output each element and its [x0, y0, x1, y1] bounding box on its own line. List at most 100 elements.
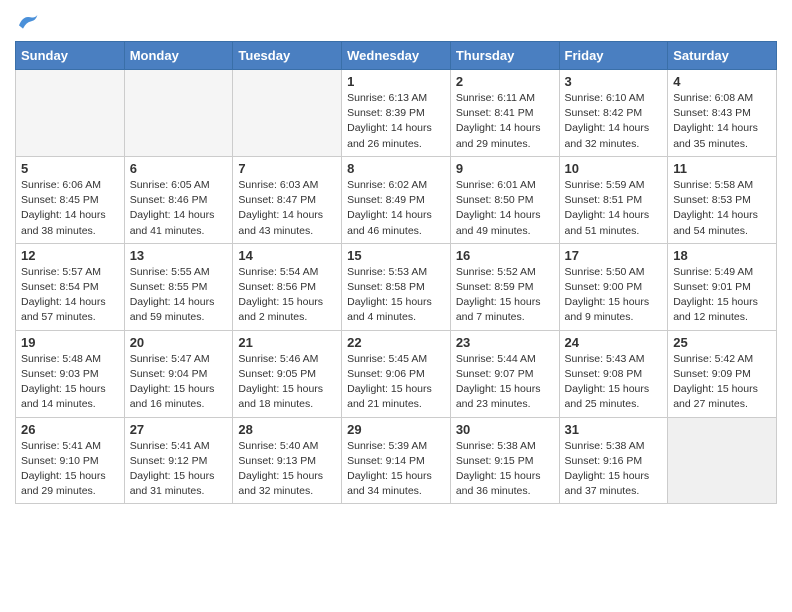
day-number: 8 — [347, 161, 445, 176]
day-number: 6 — [130, 161, 228, 176]
calendar-cell — [124, 70, 233, 157]
day-info: Sunrise: 5:42 AM Sunset: 9:09 PM Dayligh… — [673, 352, 771, 413]
calendar-cell: 4 Sunrise: 6:08 AM Sunset: 8:43 PM Dayli… — [668, 70, 777, 157]
weekday-header-monday: Monday — [124, 42, 233, 70]
calendar-cell: 5 Sunrise: 6:06 AM Sunset: 8:45 PM Dayli… — [16, 156, 125, 243]
week-row-2: 5 Sunrise: 6:06 AM Sunset: 8:45 PM Dayli… — [16, 156, 777, 243]
day-number: 25 — [673, 335, 771, 350]
calendar-cell: 16 Sunrise: 5:52 AM Sunset: 8:59 PM Dayl… — [450, 243, 559, 330]
day-info: Sunrise: 5:57 AM Sunset: 8:54 PM Dayligh… — [21, 265, 119, 326]
day-info: Sunrise: 5:52 AM Sunset: 8:59 PM Dayligh… — [456, 265, 554, 326]
calendar-cell: 31 Sunrise: 5:38 AM Sunset: 9:16 PM Dayl… — [559, 417, 668, 504]
day-number: 23 — [456, 335, 554, 350]
calendar-cell: 11 Sunrise: 5:58 AM Sunset: 8:53 PM Dayl… — [668, 156, 777, 243]
day-info: Sunrise: 5:45 AM Sunset: 9:06 PM Dayligh… — [347, 352, 445, 413]
calendar-cell: 23 Sunrise: 5:44 AM Sunset: 9:07 PM Dayl… — [450, 330, 559, 417]
week-row-4: 19 Sunrise: 5:48 AM Sunset: 9:03 PM Dayl… — [16, 330, 777, 417]
weekday-header-tuesday: Tuesday — [233, 42, 342, 70]
calendar-cell: 8 Sunrise: 6:02 AM Sunset: 8:49 PM Dayli… — [342, 156, 451, 243]
day-info: Sunrise: 6:05 AM Sunset: 8:46 PM Dayligh… — [130, 178, 228, 239]
day-number: 13 — [130, 248, 228, 263]
day-info: Sunrise: 5:50 AM Sunset: 9:00 PM Dayligh… — [565, 265, 663, 326]
day-info: Sunrise: 5:41 AM Sunset: 9:12 PM Dayligh… — [130, 439, 228, 500]
day-number: 9 — [456, 161, 554, 176]
day-number: 11 — [673, 161, 771, 176]
day-info: Sunrise: 5:39 AM Sunset: 9:14 PM Dayligh… — [347, 439, 445, 500]
calendar-cell: 1 Sunrise: 6:13 AM Sunset: 8:39 PM Dayli… — [342, 70, 451, 157]
day-number: 4 — [673, 74, 771, 89]
calendar-cell: 14 Sunrise: 5:54 AM Sunset: 8:56 PM Dayl… — [233, 243, 342, 330]
day-info: Sunrise: 5:49 AM Sunset: 9:01 PM Dayligh… — [673, 265, 771, 326]
day-info: Sunrise: 6:10 AM Sunset: 8:42 PM Dayligh… — [565, 91, 663, 152]
day-number: 29 — [347, 422, 445, 437]
calendar-cell: 15 Sunrise: 5:53 AM Sunset: 8:58 PM Dayl… — [342, 243, 451, 330]
day-number: 14 — [238, 248, 336, 263]
day-number: 27 — [130, 422, 228, 437]
weekday-header-friday: Friday — [559, 42, 668, 70]
day-info: Sunrise: 5:41 AM Sunset: 9:10 PM Dayligh… — [21, 439, 119, 500]
day-info: Sunrise: 5:38 AM Sunset: 9:16 PM Dayligh… — [565, 439, 663, 500]
week-row-5: 26 Sunrise: 5:41 AM Sunset: 9:10 PM Dayl… — [16, 417, 777, 504]
day-info: Sunrise: 5:58 AM Sunset: 8:53 PM Dayligh… — [673, 178, 771, 239]
day-number: 16 — [456, 248, 554, 263]
day-info: Sunrise: 6:03 AM Sunset: 8:47 PM Dayligh… — [238, 178, 336, 239]
calendar-cell: 29 Sunrise: 5:39 AM Sunset: 9:14 PM Dayl… — [342, 417, 451, 504]
day-number: 19 — [21, 335, 119, 350]
calendar-cell: 7 Sunrise: 6:03 AM Sunset: 8:47 PM Dayli… — [233, 156, 342, 243]
day-info: Sunrise: 5:38 AM Sunset: 9:15 PM Dayligh… — [456, 439, 554, 500]
calendar-cell: 13 Sunrise: 5:55 AM Sunset: 8:55 PM Dayl… — [124, 243, 233, 330]
calendar-cell: 2 Sunrise: 6:11 AM Sunset: 8:41 PM Dayli… — [450, 70, 559, 157]
day-info: Sunrise: 6:13 AM Sunset: 8:39 PM Dayligh… — [347, 91, 445, 152]
day-number: 24 — [565, 335, 663, 350]
day-number: 15 — [347, 248, 445, 263]
day-info: Sunrise: 5:59 AM Sunset: 8:51 PM Dayligh… — [565, 178, 663, 239]
day-info: Sunrise: 5:47 AM Sunset: 9:04 PM Dayligh… — [130, 352, 228, 413]
day-number: 18 — [673, 248, 771, 263]
calendar-cell: 10 Sunrise: 5:59 AM Sunset: 8:51 PM Dayl… — [559, 156, 668, 243]
day-number: 2 — [456, 74, 554, 89]
weekday-header-row: SundayMondayTuesdayWednesdayThursdayFrid… — [16, 42, 777, 70]
day-info: Sunrise: 5:53 AM Sunset: 8:58 PM Dayligh… — [347, 265, 445, 326]
day-number: 5 — [21, 161, 119, 176]
calendar-cell: 18 Sunrise: 5:49 AM Sunset: 9:01 PM Dayl… — [668, 243, 777, 330]
calendar-cell — [668, 417, 777, 504]
calendar-cell: 30 Sunrise: 5:38 AM Sunset: 9:15 PM Dayl… — [450, 417, 559, 504]
day-number: 26 — [21, 422, 119, 437]
day-number: 17 — [565, 248, 663, 263]
page-header — [15, 10, 777, 31]
day-info: Sunrise: 5:54 AM Sunset: 8:56 PM Dayligh… — [238, 265, 336, 326]
day-number: 10 — [565, 161, 663, 176]
day-info: Sunrise: 5:43 AM Sunset: 9:08 PM Dayligh… — [565, 352, 663, 413]
calendar-cell: 9 Sunrise: 6:01 AM Sunset: 8:50 PM Dayli… — [450, 156, 559, 243]
day-number: 21 — [238, 335, 336, 350]
calendar-cell: 21 Sunrise: 5:46 AM Sunset: 9:05 PM Dayl… — [233, 330, 342, 417]
day-info: Sunrise: 5:44 AM Sunset: 9:07 PM Dayligh… — [456, 352, 554, 413]
calendar-cell: 26 Sunrise: 5:41 AM Sunset: 9:10 PM Dayl… — [16, 417, 125, 504]
day-number: 7 — [238, 161, 336, 176]
calendar-cell: 24 Sunrise: 5:43 AM Sunset: 9:08 PM Dayl… — [559, 330, 668, 417]
calendar-cell: 20 Sunrise: 5:47 AM Sunset: 9:04 PM Dayl… — [124, 330, 233, 417]
day-info: Sunrise: 6:11 AM Sunset: 8:41 PM Dayligh… — [456, 91, 554, 152]
day-info: Sunrise: 5:48 AM Sunset: 9:03 PM Dayligh… — [21, 352, 119, 413]
day-info: Sunrise: 6:06 AM Sunset: 8:45 PM Dayligh… — [21, 178, 119, 239]
day-number: 31 — [565, 422, 663, 437]
day-info: Sunrise: 6:08 AM Sunset: 8:43 PM Dayligh… — [673, 91, 771, 152]
weekday-header-thursday: Thursday — [450, 42, 559, 70]
day-info: Sunrise: 5:55 AM Sunset: 8:55 PM Dayligh… — [130, 265, 228, 326]
day-number: 20 — [130, 335, 228, 350]
weekday-header-sunday: Sunday — [16, 42, 125, 70]
week-row-1: 1 Sunrise: 6:13 AM Sunset: 8:39 PM Dayli… — [16, 70, 777, 157]
week-row-3: 12 Sunrise: 5:57 AM Sunset: 8:54 PM Dayl… — [16, 243, 777, 330]
calendar-cell: 3 Sunrise: 6:10 AM Sunset: 8:42 PM Dayli… — [559, 70, 668, 157]
calendar-cell: 25 Sunrise: 5:42 AM Sunset: 9:09 PM Dayl… — [668, 330, 777, 417]
day-info: Sunrise: 6:02 AM Sunset: 8:49 PM Dayligh… — [347, 178, 445, 239]
day-number: 12 — [21, 248, 119, 263]
calendar-cell: 6 Sunrise: 6:05 AM Sunset: 8:46 PM Dayli… — [124, 156, 233, 243]
day-info: Sunrise: 6:01 AM Sunset: 8:50 PM Dayligh… — [456, 178, 554, 239]
calendar-cell: 28 Sunrise: 5:40 AM Sunset: 9:13 PM Dayl… — [233, 417, 342, 504]
day-number: 22 — [347, 335, 445, 350]
calendar-cell: 12 Sunrise: 5:57 AM Sunset: 8:54 PM Dayl… — [16, 243, 125, 330]
day-info: Sunrise: 5:40 AM Sunset: 9:13 PM Dayligh… — [238, 439, 336, 500]
day-number: 1 — [347, 74, 445, 89]
calendar-cell: 17 Sunrise: 5:50 AM Sunset: 9:00 PM Dayl… — [559, 243, 668, 330]
